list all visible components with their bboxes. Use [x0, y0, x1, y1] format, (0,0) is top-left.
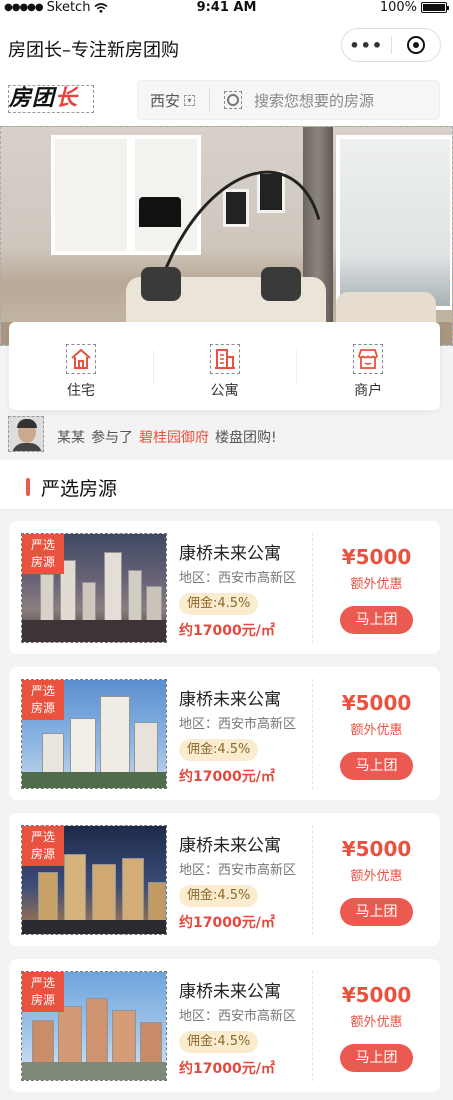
activity-project[interactable]: 碧桂园御府 [139, 427, 209, 447]
curated-tag: 严选 房源 [22, 534, 64, 574]
logo-text-b: 长 [55, 86, 79, 111]
bonus-label: 额外优惠 [350, 723, 403, 738]
listing-price: 约17000元/㎡ [179, 623, 275, 639]
category-label: 商户 [354, 383, 383, 399]
search-input[interactable]: 搜索您想要的房源 [254, 90, 374, 111]
app-logo[interactable]: 房团长 [8, 85, 94, 113]
bonus-label: 额外优惠 [350, 577, 403, 592]
listing-image[interactable]: 严选 房源 [21, 679, 167, 789]
listing-card[interactable]: 严选 房源 康桥未来公寓 地区：西安市高新区 佣金:4.5% 约17000元/㎡ … [9, 959, 440, 1092]
listing-card[interactable]: 严选 房源 康桥未来公寓 地区：西安市高新区 佣金:4.5% 约17000元/㎡ … [9, 521, 440, 654]
listing-area: 地区：西安市高新区 [179, 1009, 297, 1024]
city-selector[interactable]: 西安 ▾ [138, 90, 196, 111]
bonus-amount: ¥5000 [341, 983, 412, 1007]
commission-badge: 佣金:4.5% [179, 593, 259, 615]
more-button[interactable]: ••• [342, 36, 391, 55]
listing-name: 康桥未来公寓 [179, 836, 281, 856]
section-header: 严选房源 [0, 460, 453, 510]
mini-program-capsule: ••• [341, 28, 441, 62]
join-group-button[interactable]: 马上团 [340, 752, 413, 780]
curated-tag: 严选 房源 [22, 972, 64, 1012]
category-label: 公寓 [210, 383, 239, 399]
logo-text-a: 房团 [9, 86, 56, 111]
listing-price: 约17000元/㎡ [179, 769, 275, 785]
chevron-down-icon: ▾ [184, 94, 196, 106]
listing-card[interactable]: 严选 房源 康桥未来公寓 地区：西安市高新区 佣金:4.5% 约17000元/㎡ … [9, 667, 440, 800]
bonus-amount: ¥5000 [341, 837, 412, 861]
curated-tag: 严选 房源 [22, 826, 64, 866]
city-label: 西安 [150, 91, 181, 110]
listing-name: 康桥未来公寓 [179, 690, 281, 710]
search-row: 房团长 西安 ▾ 搜索您想要的房源 [0, 76, 453, 126]
banner-lampshade [139, 197, 181, 227]
banner-pillow [141, 267, 181, 301]
listing-name: 康桥未来公寓 [179, 982, 281, 1002]
listing-area: 地区：西安市高新区 [179, 863, 297, 878]
search-bar: 西安 ▾ 搜索您想要的房源 [137, 80, 440, 120]
listing-image[interactable]: 严选 房源 [21, 971, 167, 1081]
house-icon [65, 344, 96, 374]
banner-pillow [261, 267, 301, 301]
category-card: 住宅 公寓 商户 [9, 322, 440, 410]
section-title: 严选房源 [41, 478, 118, 500]
listing-card[interactable]: 严选 房源 康桥未来公寓 地区：西安市高新区 佣金:4.5% 约17000元/㎡ … [9, 813, 440, 946]
commission-badge: 佣金:4.5% [179, 1031, 259, 1053]
shop-icon [353, 344, 384, 374]
category-residential[interactable]: 住宅 [9, 322, 153, 410]
search-icon [224, 91, 243, 109]
close-ring-icon [406, 36, 425, 54]
curated-tag: 严选 房源 [22, 680, 64, 720]
bonus-label: 额外优惠 [350, 1015, 403, 1030]
nav-bar: 房团长–专注新房团购 ••• [0, 16, 453, 76]
section-accent-bar [26, 478, 30, 496]
listing-area: 地区：西安市高新区 [179, 571, 297, 586]
avatar [8, 416, 44, 452]
banner-image[interactable] [0, 126, 453, 346]
bonus-amount: ¥5000 [341, 545, 412, 569]
bonus-label: 额外优惠 [350, 869, 403, 884]
bonus-amount: ¥5000 [341, 691, 412, 715]
search-divider [209, 89, 211, 111]
activity-ticker[interactable]: 某某 参与了 碧桂园御府 楼盘团购! [0, 410, 453, 460]
join-group-button[interactable]: 马上团 [340, 606, 413, 634]
activity-suffix: 楼盘团购! [215, 430, 277, 446]
commission-badge: 佣金:4.5% [179, 885, 259, 907]
page-title: 房团长–专注新房团购 [8, 40, 179, 61]
listing-name: 康桥未来公寓 [179, 544, 281, 564]
listing-price: 约17000元/㎡ [179, 915, 275, 931]
listing-image[interactable]: 严选 房源 [21, 533, 167, 643]
listing-area: 地区：西安市高新区 [179, 717, 297, 732]
activity-text: 某某 参与了 碧桂园御府 楼盘团购! [57, 427, 277, 447]
close-button[interactable] [392, 36, 441, 54]
banner-window-left [51, 135, 131, 255]
activity-user: 某某 [57, 430, 85, 446]
status-bar: ●●●●● Sketch 9:41 AM 100% [0, 0, 453, 16]
category-label: 住宅 [66, 383, 95, 399]
battery-icon [421, 2, 449, 13]
join-group-button[interactable]: 马上团 [340, 1044, 413, 1072]
battery-percent: 100% [379, 0, 417, 15]
category-shop[interactable]: 商户 [296, 322, 440, 410]
activity-verb: 参与了 [91, 430, 133, 446]
listing-image[interactable]: 严选 房源 [21, 825, 167, 935]
listing-price: 约17000元/㎡ [179, 1061, 275, 1077]
category-apartment[interactable]: 公寓 [152, 322, 297, 410]
commission-badge: 佣金:4.5% [179, 739, 259, 761]
apartment-icon [209, 344, 240, 374]
join-group-button[interactable]: 马上团 [340, 898, 413, 926]
banner-window-right [336, 135, 452, 310]
